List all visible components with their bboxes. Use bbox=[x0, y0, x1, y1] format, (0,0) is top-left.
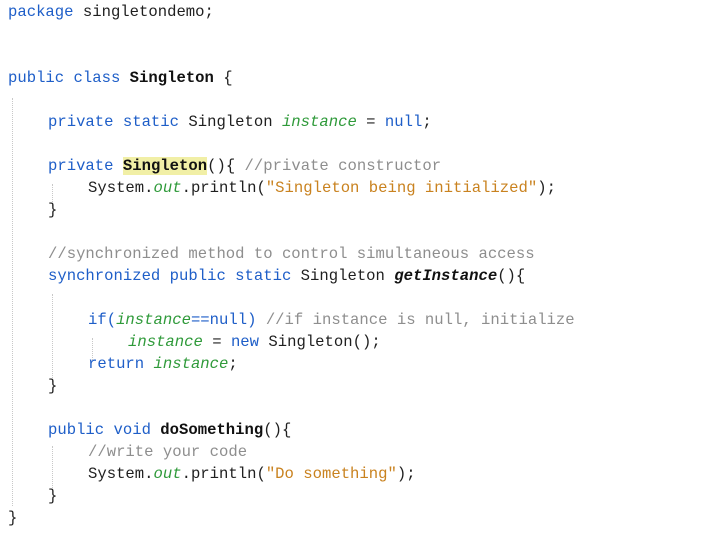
keyword-private: private bbox=[48, 157, 114, 175]
field-instance: instance bbox=[116, 311, 191, 329]
code-line-return-instance: return instance; bbox=[88, 353, 238, 375]
package-name: singletondemo; bbox=[73, 3, 214, 21]
field-instance: instance bbox=[153, 355, 229, 373]
keyword-public-void: public void bbox=[48, 421, 151, 439]
constructor-parens: (){ bbox=[207, 157, 245, 175]
keyword-new: new bbox=[230, 333, 260, 351]
code-line-comment-synchronized: //synchronized method to control simulta… bbox=[48, 243, 535, 265]
code-line-comment-write-code: //write your code bbox=[88, 441, 247, 463]
keyword-package: package bbox=[8, 3, 74, 21]
constructor-name-highlighted: Singleton bbox=[122, 157, 208, 175]
code-line-close-brace: } bbox=[48, 485, 57, 507]
semicolon: ; bbox=[422, 113, 432, 131]
constructor-call: Singleton(); bbox=[259, 333, 381, 351]
string-literal: "Singleton being initialized" bbox=[265, 179, 538, 197]
comment-synchronized-method: //synchronized method to control simulta… bbox=[48, 245, 535, 263]
keyword-null: null bbox=[209, 311, 248, 329]
keyword-return: return bbox=[88, 355, 145, 373]
field-out: out bbox=[153, 179, 182, 197]
keyword-synchronized-public-static: synchronized public static bbox=[48, 267, 292, 285]
close-brace: } bbox=[8, 509, 18, 527]
close-brace: } bbox=[48, 487, 58, 505]
field-instance: instance bbox=[281, 113, 357, 131]
code-line-class-close-brace: } bbox=[8, 507, 17, 529]
method-do-something: doSomething bbox=[160, 421, 264, 439]
keyword-class: class bbox=[64, 69, 121, 87]
string-literal: "Do something" bbox=[265, 465, 397, 483]
system-call: System. bbox=[88, 179, 154, 197]
indent-guide bbox=[52, 446, 53, 490]
call-end: ); bbox=[537, 179, 556, 197]
open-paren: ( bbox=[106, 311, 117, 329]
code-line-do-something: public void doSomething(){ bbox=[48, 419, 291, 441]
system-call: System. bbox=[88, 465, 154, 483]
code-line-instance-field: private static Singleton instance = null… bbox=[48, 111, 432, 133]
keyword-if: if bbox=[88, 311, 107, 329]
close-brace: } bbox=[48, 201, 58, 219]
close-brace: } bbox=[48, 377, 58, 395]
indent-guide bbox=[12, 98, 13, 506]
keyword-public: public bbox=[8, 69, 65, 87]
class-name: Singleton bbox=[129, 69, 214, 87]
comment-private-constructor: //private constructor bbox=[244, 157, 442, 175]
code-line-close-brace: } bbox=[48, 199, 57, 221]
code-line-constructor: private Singleton(){ //private construct… bbox=[48, 155, 441, 177]
code-line-if-null-check: if(instance==null) //if instance is null… bbox=[88, 309, 575, 331]
code-line-close-brace: } bbox=[48, 375, 57, 397]
type-singleton: Singleton bbox=[291, 267, 395, 285]
method-parens: (){ bbox=[497, 267, 526, 285]
code-editor[interactable]: package singletondemo; public class Sing… bbox=[0, 0, 725, 535]
assign-operator: = bbox=[202, 333, 231, 351]
code-line-println-do-something: System.out.println("Do something"); bbox=[88, 463, 416, 485]
code-line-package: package singletondemo; bbox=[8, 1, 214, 23]
close-paren: ) bbox=[247, 311, 266, 329]
keyword-null: null bbox=[384, 113, 423, 131]
println-call: .println( bbox=[181, 179, 266, 197]
assign-operator: = bbox=[356, 113, 385, 131]
keyword-private-static: private static bbox=[48, 113, 180, 131]
field-out: out bbox=[153, 465, 182, 483]
semicolon: ; bbox=[228, 355, 238, 373]
comment-write-code: //write your code bbox=[88, 443, 248, 461]
method-parens: (){ bbox=[263, 421, 292, 439]
type-singleton: Singleton bbox=[179, 113, 282, 131]
code-line-class-declaration: public class Singleton { bbox=[8, 67, 233, 89]
field-instance: instance bbox=[128, 333, 203, 351]
indent-guide bbox=[52, 294, 53, 382]
open-brace: { bbox=[213, 69, 233, 87]
equals-operator: == bbox=[190, 311, 210, 329]
println-call: .println( bbox=[181, 465, 266, 483]
call-end: ); bbox=[396, 465, 416, 483]
code-line-new-instance: instance = new Singleton(); bbox=[128, 331, 381, 353]
comment-if-null: //if instance is null, initialize bbox=[265, 311, 575, 329]
code-line-println-initialized: System.out.println("Singleton being init… bbox=[88, 177, 556, 199]
method-get-instance: getInstance bbox=[394, 267, 498, 285]
code-line-get-instance: synchronized public static Singleton get… bbox=[48, 265, 525, 287]
